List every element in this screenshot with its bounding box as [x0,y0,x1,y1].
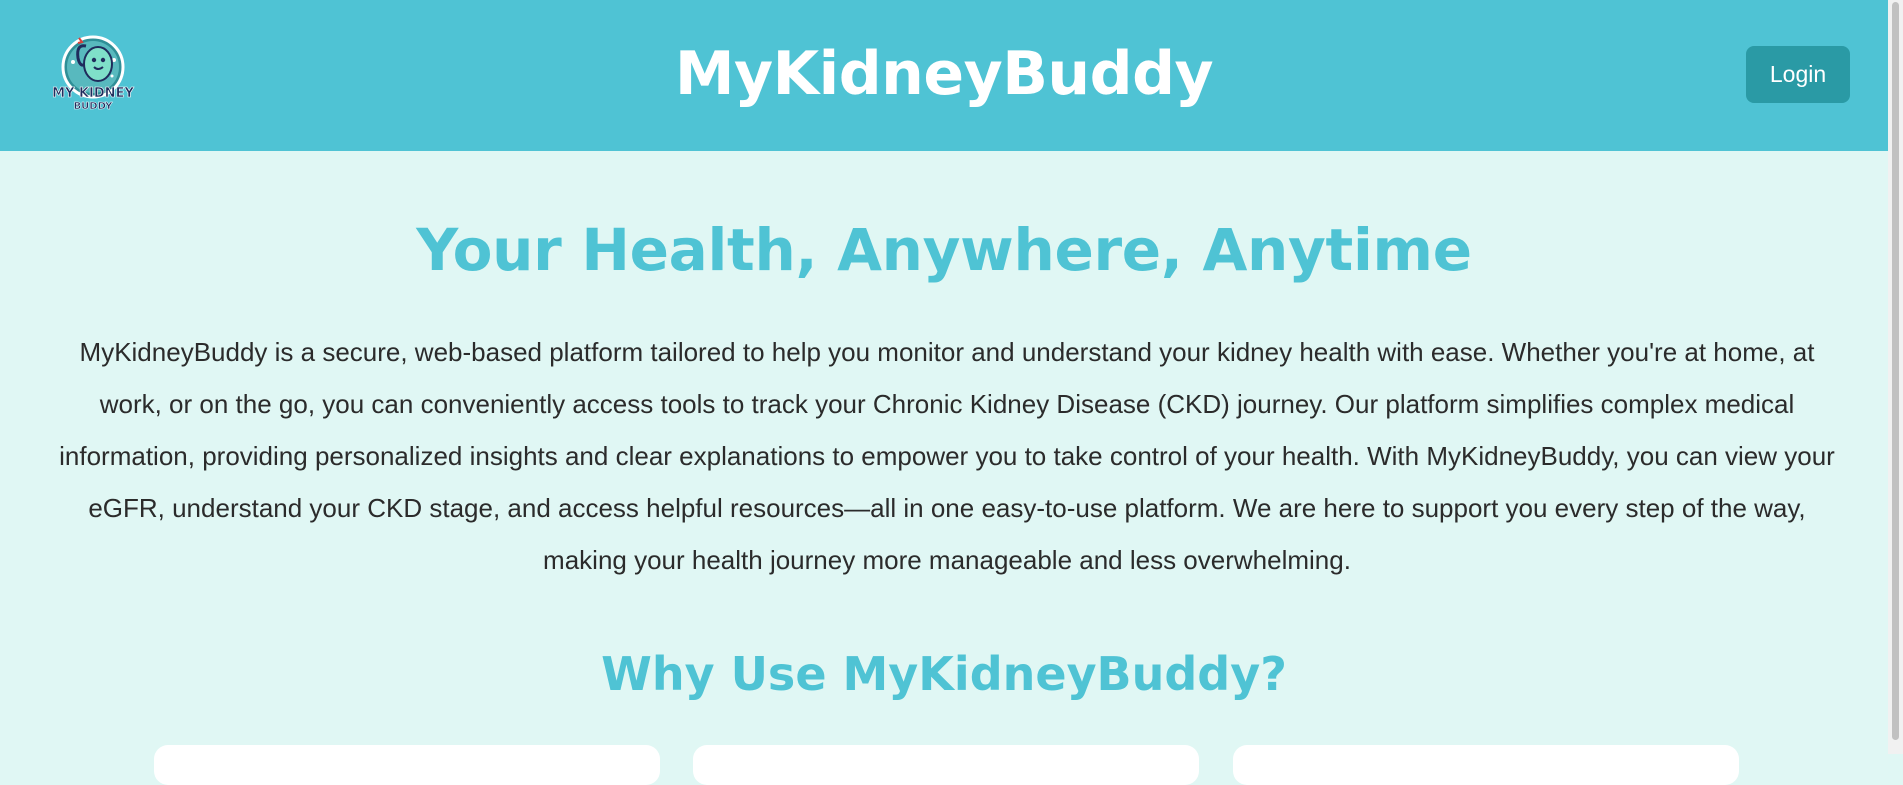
site-title: MyKidneyBuddy [674,39,1214,109]
feature-card [154,745,660,785]
intro-paragraph: MyKidneyBuddy is a secure, web-based pla… [59,337,1835,575]
feature-card [693,745,1199,785]
feature-card [1233,745,1739,785]
features-title: Why Use MyKidneyBuddy? [601,647,1287,701]
login-button[interactable]: Login [1746,46,1850,103]
hero-title: Your Health, Anywhere, Anytime [416,216,1472,284]
scrollbar-thumb[interactable] [1892,2,1899,740]
site-header: MY KIDNEY BUDDY MyKidneyBuddy Login [0,0,1888,151]
vertical-scrollbar[interactable] [1888,0,1903,754]
